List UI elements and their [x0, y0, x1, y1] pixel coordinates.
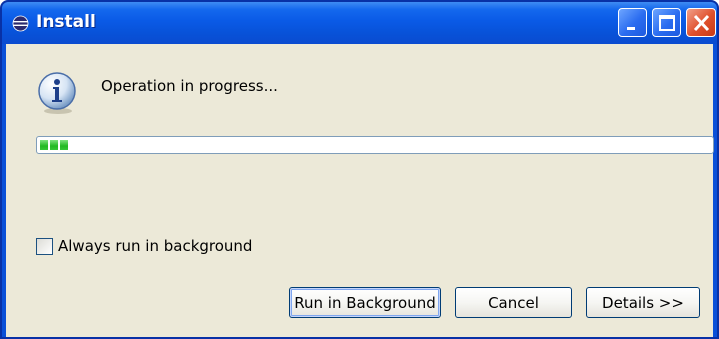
window-title: Install [36, 12, 96, 32]
minimize-button[interactable] [618, 8, 647, 37]
close-button[interactable] [686, 8, 716, 37]
progress-bar [36, 136, 714, 154]
always-run-background-option[interactable]: Always run in background [36, 237, 252, 255]
minimize-icon [627, 27, 635, 30]
dialog-body: Operation in progress... Always run in b… [6, 44, 714, 337]
always-run-background-label[interactable]: Always run in background [58, 237, 252, 255]
details-button[interactable]: Details >> [586, 287, 700, 318]
close-icon [693, 14, 710, 32]
eclipse-icon [12, 15, 29, 32]
install-dialog-window: Install Operation in progress... Always … [0, 0, 719, 339]
cancel-button[interactable]: Cancel [455, 287, 572, 318]
run-in-background-button[interactable]: Run in Background [289, 287, 441, 318]
progress-fill [40, 140, 68, 150]
always-run-background-checkbox[interactable] [36, 237, 53, 255]
status-message: Operation in progress... [101, 77, 278, 95]
maximize-icon [659, 15, 675, 31]
title-bar[interactable]: Install [2, 2, 717, 44]
info-icon [38, 72, 76, 114]
maximize-button[interactable] [652, 8, 681, 37]
